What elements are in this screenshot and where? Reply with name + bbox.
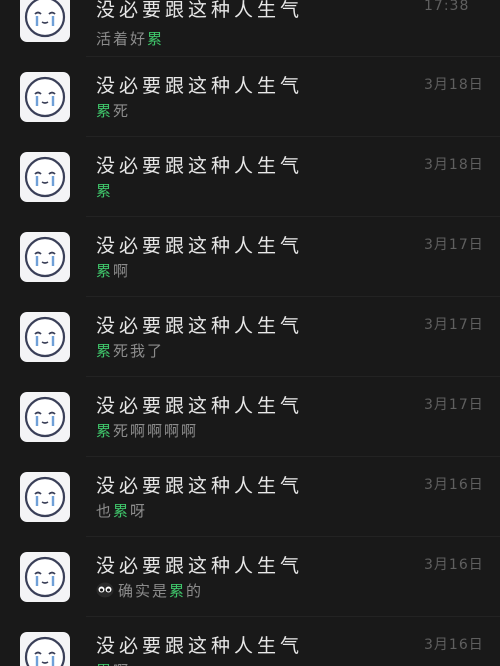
chat-date: 3月16日 [424, 637, 484, 653]
avatar[interactable] [20, 72, 70, 122]
chat-preview: 累啊 [96, 660, 130, 666]
preview-text: 呀 [130, 502, 148, 520]
preview-highlight: 累 [96, 102, 114, 120]
crying-ghost-icon [24, 396, 66, 438]
chat-preview: 累死 [96, 100, 130, 121]
chat-date: 3月16日 [424, 557, 484, 573]
crying-ghost-icon [24, 636, 66, 666]
preview-highlight: 累 [96, 422, 114, 440]
crying-ghost-icon [24, 476, 66, 518]
chat-name: 没必要跟这种人生气 [96, 395, 304, 417]
chat-row[interactable]: 没必要跟这种人生气 17:38 活着好累 [0, 0, 500, 57]
chat-row[interactable]: 没必要跟这种人生气 3月17日 累死我了 [0, 297, 500, 377]
chat-date: 3月17日 [424, 317, 484, 333]
preview-text: 死我了 [113, 342, 165, 360]
chat-name: 没必要跟这种人生气 [96, 155, 304, 177]
preview-highlight: 累 [113, 502, 131, 520]
crying-ghost-icon [24, 0, 66, 38]
crying-ghost-icon [24, 76, 66, 118]
avatar[interactable] [20, 472, 70, 522]
preview-highlight: 累 [169, 582, 187, 600]
avatar[interactable] [20, 152, 70, 202]
chat-preview: 累啊 [96, 260, 130, 281]
chat-preview: 确实是累的 [96, 580, 203, 601]
preview-highlight: 累 [96, 182, 114, 200]
chat-name: 没必要跟这种人生气 [96, 0, 304, 21]
chat-preview: 也累呀 [96, 500, 147, 521]
chat-name: 没必要跟这种人生气 [96, 475, 304, 497]
chat-row[interactable]: 没必要跟这种人生气 3月18日 累死 [0, 57, 500, 137]
chat-name: 没必要跟这种人生气 [96, 555, 304, 577]
preview-text: 活着好 [96, 30, 148, 48]
chat-name: 没必要跟这种人生气 [96, 635, 304, 657]
chat-name: 没必要跟这种人生气 [96, 235, 304, 257]
preview-text: 啊 [113, 262, 131, 280]
preview-highlight: 累 [96, 262, 114, 280]
chat-date: 3月18日 [424, 157, 484, 173]
avatar[interactable] [20, 392, 70, 442]
avatar[interactable] [20, 552, 70, 602]
avatar[interactable] [20, 0, 70, 42]
chat-row[interactable]: 没必要跟这种人生气 3月17日 累啊 [0, 217, 500, 297]
avatar[interactable] [20, 232, 70, 282]
preview-text: 啊 [113, 662, 130, 666]
chat-name: 没必要跟这种人生气 [96, 75, 304, 97]
preview-highlight: 累 [96, 662, 113, 666]
chat-date: 3月18日 [424, 77, 484, 93]
avatar[interactable] [20, 312, 70, 362]
chat-name: 没必要跟这种人生气 [96, 315, 304, 337]
avatar[interactable] [20, 632, 70, 666]
chat-date: 17:38 [424, 0, 470, 14]
chat-preview: 累死啊啊啊啊 [96, 420, 198, 441]
chat-row[interactable]: 没必要跟这种人生气 3月16日 累啊 [0, 617, 500, 666]
chat-preview: 累死我了 [96, 340, 164, 361]
preview-text: 的 [186, 582, 204, 600]
chat-row[interactable]: 没必要跟这种人生气 3月18日 累 [0, 137, 500, 217]
preview-highlight: 累 [96, 342, 114, 360]
chat-date: 3月16日 [424, 477, 484, 493]
chat-preview: 累 [96, 180, 113, 201]
chat-date: 3月17日 [424, 237, 484, 253]
preview-text: 确实是 [118, 582, 170, 600]
crying-ghost-icon [24, 156, 66, 198]
crying-ghost-icon [24, 236, 66, 278]
crying-face-icon [96, 582, 114, 598]
chat-date: 3月17日 [424, 397, 484, 413]
crying-ghost-icon [24, 316, 66, 358]
crying-ghost-icon [24, 556, 66, 598]
chat-row[interactable]: 没必要跟这种人生气 3月16日 确实是累的 [0, 537, 500, 617]
preview-highlight: 累 [147, 30, 165, 48]
preview-text: 也 [96, 502, 114, 520]
preview-text: 死啊啊啊啊 [113, 422, 199, 440]
chat-row[interactable]: 没必要跟这种人生气 3月16日 也累呀 [0, 457, 500, 537]
chat-row[interactable]: 没必要跟这种人生气 3月17日 累死啊啊啊啊 [0, 377, 500, 457]
chat-list: 没必要跟这种人生气 17:38 活着好累 没必要跟这种人生气 3月18日 累死 [0, 0, 500, 666]
chat-preview: 活着好累 [96, 28, 164, 49]
preview-text: 死 [113, 102, 131, 120]
